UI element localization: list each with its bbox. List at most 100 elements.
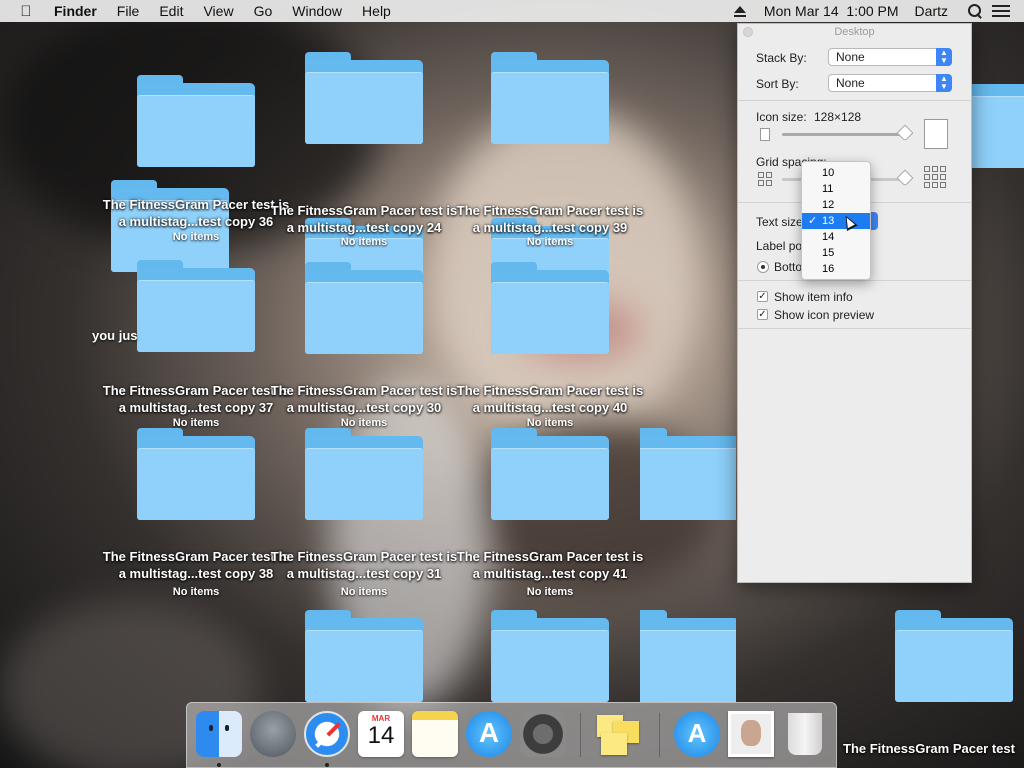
calendar-day: 14 [367,722,395,749]
large-document-icon [924,119,948,149]
small-grid-icon [758,172,772,186]
partial-label: you jus [92,328,138,343]
label-position-bottom-radio[interactable] [757,261,769,273]
folder-icon [491,262,609,354]
eject-icon[interactable] [733,5,746,17]
stack-by-label: Stack By: [756,51,807,65]
dock: MAR 14 A A [186,702,837,768]
text-size-option[interactable]: 12 [802,197,870,213]
grid-spacing-slider-thumb[interactable] [896,169,914,187]
folder-icon [305,262,423,354]
app-store-icon[interactable]: A [466,711,512,757]
folder-name: The FitnessGram Pacer test is a multista… [102,197,290,229]
notification-center-icon[interactable] [992,5,1010,17]
trash-icon[interactable] [788,713,822,755]
folder-icon [491,610,609,702]
stack-by-value: None [836,50,865,64]
spotlight-search-icon[interactable] [968,4,982,18]
stickies-icon[interactable] [595,711,641,757]
desktop-folder[interactable]: The FitnessGram Pacer test is a multista… [269,428,459,608]
folder-icon [305,52,423,144]
menubar-clock[interactable]: Mon Mar 14 1:00 PM [758,3,905,19]
text-size-option[interactable]: 10 [802,165,870,181]
text-size-option[interactable]: 16 [802,261,870,277]
menu-go[interactable]: Go [244,3,283,19]
popup-arrows-icon: ▲ ▼ [936,48,952,66]
folder-info: No items [172,586,220,598]
folder-info: No items [340,586,388,598]
dock-separator [580,713,581,757]
separator [738,280,971,281]
folder-name: The FitnessGram Pacer test is a multista… [102,383,290,415]
menu-file[interactable]: File [107,3,150,19]
menu-edit[interactable]: Edit [149,3,193,19]
icon-size-slider-thumb[interactable] [896,124,914,142]
folder-info: No items [340,236,388,248]
folder-icon [305,610,423,702]
folder-name: The FitnessGram Pacer test is a multista… [456,203,644,235]
folder-icon [137,260,255,352]
menu-window[interactable]: Window [282,3,352,19]
separator [738,328,971,329]
desktop-folder[interactable]: The FitnessGram Pacer test is a multista… [455,262,645,442]
desktop-folder[interactable]: The FitnessGram Pacer test [834,610,1024,768]
menu-finder[interactable]: Finder [44,3,107,19]
desktop-folder[interactable]: The FitnessGram Pacer test is a multista… [101,428,291,608]
running-indicator [217,763,221,767]
finder-icon[interactable] [196,711,242,757]
menu-help[interactable]: Help [352,3,401,19]
text-size-option[interactable]: 11 [802,181,870,197]
icon-size-label: Icon size: [756,110,807,124]
text-size-option[interactable]: 15 [802,245,870,261]
folder-name: The FitnessGram Pacer test is a multista… [270,549,458,581]
label-position-label: Label po [756,239,803,253]
folder-icon [137,428,255,520]
folder-info: No items [172,231,220,243]
text-size-label: Text size [756,215,803,229]
system-preferences-icon[interactable] [520,711,566,757]
show-icon-preview-label: Show icon preview [774,308,875,322]
text-size-option-selected[interactable]: 13 [802,213,870,229]
sort-by-popup[interactable]: None ▲ ▼ [828,74,952,92]
folder-name: The FitnessGram Pacer test is a multista… [270,203,458,235]
folder-icon [491,52,609,144]
apple-menu-icon[interactable]:  [8,3,44,20]
text-size-popup-arrows[interactable] [870,212,878,230]
show-icon-preview-checkbox[interactable]: ✓ [757,309,768,320]
downloads-icon[interactable]: A [674,711,720,757]
menu-view[interactable]: View [193,3,243,19]
folder-name: The FitnessGram Pacer test is a multista… [456,549,644,581]
stack-by-popup[interactable]: None ▲ ▼ [828,48,952,66]
photo-icon[interactable] [728,711,774,757]
calendar-icon[interactable]: MAR 14 [358,711,404,757]
separator [738,100,971,101]
desktop-folder[interactable]: The FitnessGram Pacer test is a multista… [455,428,645,608]
show-item-info-checkbox[interactable]: ✓ [757,291,768,302]
folder-name: The FitnessGram Pacer test is a multista… [456,383,644,415]
panel-titlebar: Desktop [738,24,971,40]
desktop-folder[interactable]: The FitnessGram Pacer test is a multista… [269,262,459,442]
icon-size-slider[interactable] [782,133,907,136]
close-button[interactable] [743,27,753,37]
show-item-info-label: Show item info [774,290,853,304]
safari-icon[interactable] [304,711,350,757]
folder-name: The FitnessGram Pacer test is a multista… [102,549,290,581]
folder-icon [137,75,255,167]
menubar-user[interactable]: Dartz [905,3,954,19]
icon-size-value: 128×128 [814,110,862,124]
desktop-folder[interactable] [640,428,736,608]
launchpad-icon[interactable] [250,711,296,757]
sort-by-label: Sort By: [756,77,799,91]
view-options-panel: Desktop Stack By: None ▲ ▼ Sort By: None … [737,23,972,583]
text-size-option[interactable]: 14 [802,229,870,245]
folder-info: No items [526,586,574,598]
notes-icon[interactable] [412,711,458,757]
folder-icon [640,610,736,702]
large-grid-icon [924,166,946,188]
folder-info: No items [526,236,574,248]
sort-by-value: None [836,76,865,90]
folder-icon [640,428,736,520]
folder-icon [305,428,423,520]
panel-title: Desktop [834,26,875,38]
menu-bar:  Finder File Edit View Go Window Help M… [0,0,1024,22]
